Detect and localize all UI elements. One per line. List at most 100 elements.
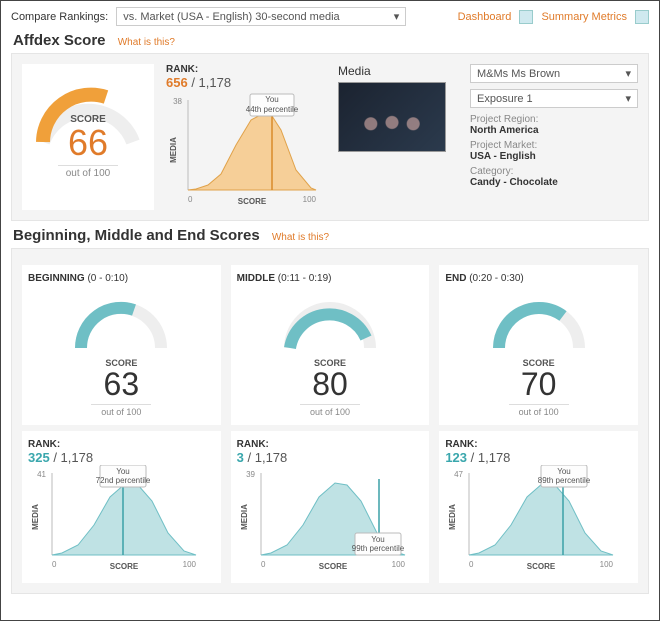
- meta-column: M&Ms Ms Brown ▾ Exposure 1 ▾ Project Regio…: [470, 64, 638, 210]
- bme-rank-label: RANK:: [237, 439, 424, 450]
- bme-rank-total: / 1,178: [467, 450, 510, 465]
- media-thumbnail[interactable]: [338, 82, 446, 152]
- dashboard-page: { "topbar": { "compare_label": "Compare …: [0, 0, 660, 621]
- bme-card-title: MIDDLE (0:11 - 0:19): [237, 273, 424, 284]
- affdex-panel: SCORE 66 out of 100 RANK: 656 / 1,178 Yo…: [11, 53, 649, 221]
- svg-text:MEDIA: MEDIA: [31, 504, 40, 530]
- region-value: North America: [470, 125, 638, 136]
- svg-text:72nd percentile: 72nd percentile: [96, 476, 151, 485]
- bme-rank-total: / 1,178: [244, 450, 287, 465]
- media-select[interactable]: M&Ms Ms Brown ▾: [470, 64, 638, 83]
- svg-text:MEDIA: MEDIA: [448, 504, 457, 530]
- topbar: Compare Rankings: vs. Market (USA - Engl…: [11, 7, 649, 26]
- compare-select-value: vs. Market (USA - English) 30-second med…: [123, 11, 339, 23]
- svg-text:0: 0: [469, 560, 474, 569]
- bme-score-value: 63: [28, 368, 215, 400]
- bme-score-card: MIDDLE (0:11 - 0:19) SCORE 80 out of 100: [231, 265, 430, 425]
- affdex-title-text: Affdex Score: [13, 32, 106, 49]
- bme-outof: out of 100: [300, 404, 360, 417]
- bme-outof: out of 100: [91, 404, 151, 417]
- bme-rank-number: 325: [28, 450, 50, 465]
- affdex-rank-block: RANK: 656 / 1,178 You 44th percentile 38…: [166, 64, 326, 210]
- bme-what-link[interactable]: What is this?: [272, 232, 329, 243]
- bme-distribution-chart: You 89th percentile 47 0 100 SCORE MEDIA: [445, 465, 625, 575]
- bme-title-text: Beginning, Middle and End Scores: [13, 227, 260, 244]
- bme-distribution-chart: You 99th percentile 39 0 100 SCORE MEDIA: [237, 465, 417, 575]
- bme-title: Beginning, Middle and End Scores What is…: [13, 227, 649, 244]
- svg-text:47: 47: [454, 470, 463, 479]
- bme-panel: BEGINNING (0 - 0:10) SCORE 63 out of 100…: [11, 248, 649, 594]
- svg-text:100: 100: [391, 560, 405, 569]
- svg-text:39: 39: [246, 470, 255, 479]
- bme-rank-line: 325 / 1,178: [28, 450, 215, 465]
- media-label: Media: [338, 64, 458, 78]
- svg-text:41: 41: [37, 470, 46, 479]
- bme-rank-number: 123: [445, 450, 467, 465]
- svg-text:You: You: [371, 535, 385, 544]
- svg-text:99th percentile: 99th percentile: [351, 544, 404, 553]
- svg-text:SCORE: SCORE: [318, 562, 347, 571]
- svg-text:You: You: [116, 467, 130, 476]
- chevron-down-icon: ▾: [625, 67, 631, 80]
- svg-text:SCORE: SCORE: [110, 562, 139, 571]
- bme-score-value: 70: [445, 368, 632, 400]
- market-value: USA - English: [470, 151, 638, 162]
- exposure-select-value: Exposure 1: [477, 93, 533, 105]
- bme-gauge: [479, 288, 599, 358]
- bme-rank-row: RANK: 325 / 1,178 You 72nd percentile 41…: [22, 431, 638, 583]
- rank-line: 656 / 1,178: [166, 75, 326, 90]
- bme-rank-line: 123 / 1,178: [445, 450, 632, 465]
- bme-rank-label: RANK:: [445, 439, 632, 450]
- bme-score-card: END (0:20 - 0:30) SCORE 70 out of 100: [439, 265, 638, 425]
- bme-rank-card: RANK: 123 / 1,178 You 89th percentile 47…: [439, 431, 638, 583]
- bme-card-title: BEGINNING (0 - 0:10): [28, 273, 215, 284]
- rank-total: / 1,178: [188, 75, 231, 90]
- y-max: 38: [173, 97, 182, 106]
- y-label: MEDIA: [169, 137, 178, 163]
- bme-rank-card: RANK: 3 / 1,178 You 99th percentile 39 0…: [231, 431, 430, 583]
- bme-rank-line: 3 / 1,178: [237, 450, 424, 465]
- affdex-what-link[interactable]: What is this?: [118, 37, 175, 48]
- bme-gauge: [61, 288, 181, 358]
- score-value: 66: [68, 125, 108, 161]
- bme-gauge-row: BEGINNING (0 - 0:10) SCORE 63 out of 100…: [22, 265, 638, 425]
- svg-text:100: 100: [183, 560, 197, 569]
- bme-outof: out of 100: [509, 404, 569, 417]
- svg-text:89th percentile: 89th percentile: [538, 476, 591, 485]
- score-outof: out of 100: [58, 165, 118, 179]
- media-select-value: M&Ms Ms Brown: [477, 68, 560, 80]
- category-value: Candy - Chocolate: [470, 177, 638, 188]
- bme-card-title: END (0:20 - 0:30): [445, 273, 632, 284]
- x-label: SCORE: [238, 197, 267, 206]
- bme-score-value: 80: [237, 368, 424, 400]
- svg-text:0: 0: [52, 560, 57, 569]
- bme-gauge: [270, 288, 390, 358]
- affdex-title: Affdex Score What is this?: [13, 32, 649, 49]
- bme-distribution-chart: You 72nd percentile 41 0 100 SCORE MEDIA: [28, 465, 208, 575]
- bme-rank-total: / 1,178: [50, 450, 93, 465]
- bme-rank-number: 3: [237, 450, 244, 465]
- affdex-distribution-chart: You 44th percentile 38 0 100 SCORE MEDIA: [166, 90, 326, 210]
- category-label: Category:: [470, 166, 638, 177]
- chevron-down-icon: ▾: [394, 10, 400, 23]
- x-max: 100: [303, 195, 317, 204]
- bme-rank-card: RANK: 325 / 1,178 You 72nd percentile 41…: [22, 431, 221, 583]
- affdex-score-card: SCORE 66 out of 100: [22, 64, 154, 210]
- region-label: Project Region:: [470, 114, 638, 125]
- rank-label: RANK:: [166, 64, 326, 75]
- svg-text:You: You: [558, 467, 572, 476]
- bme-rank-label: RANK:: [28, 439, 215, 450]
- svg-text:100: 100: [600, 560, 614, 569]
- bme-score-card: BEGINNING (0 - 0:10) SCORE 63 out of 100: [22, 265, 221, 425]
- compare-label: Compare Rankings:: [11, 11, 108, 23]
- svg-text:MEDIA: MEDIA: [240, 504, 249, 530]
- dashboard-link[interactable]: Dashboard: [458, 11, 512, 23]
- exposure-select[interactable]: Exposure 1 ▾: [470, 89, 638, 108]
- compare-select[interactable]: vs. Market (USA - English) 30-second med…: [116, 7, 406, 26]
- market-label: Project Market:: [470, 140, 638, 151]
- svg-text:SCORE: SCORE: [527, 562, 556, 571]
- tooltip-you: You: [265, 95, 279, 104]
- chevron-down-icon: ▾: [625, 92, 631, 105]
- summary-metrics-link[interactable]: Summary Metrics: [541, 11, 627, 23]
- dashboard-icon: [519, 10, 533, 24]
